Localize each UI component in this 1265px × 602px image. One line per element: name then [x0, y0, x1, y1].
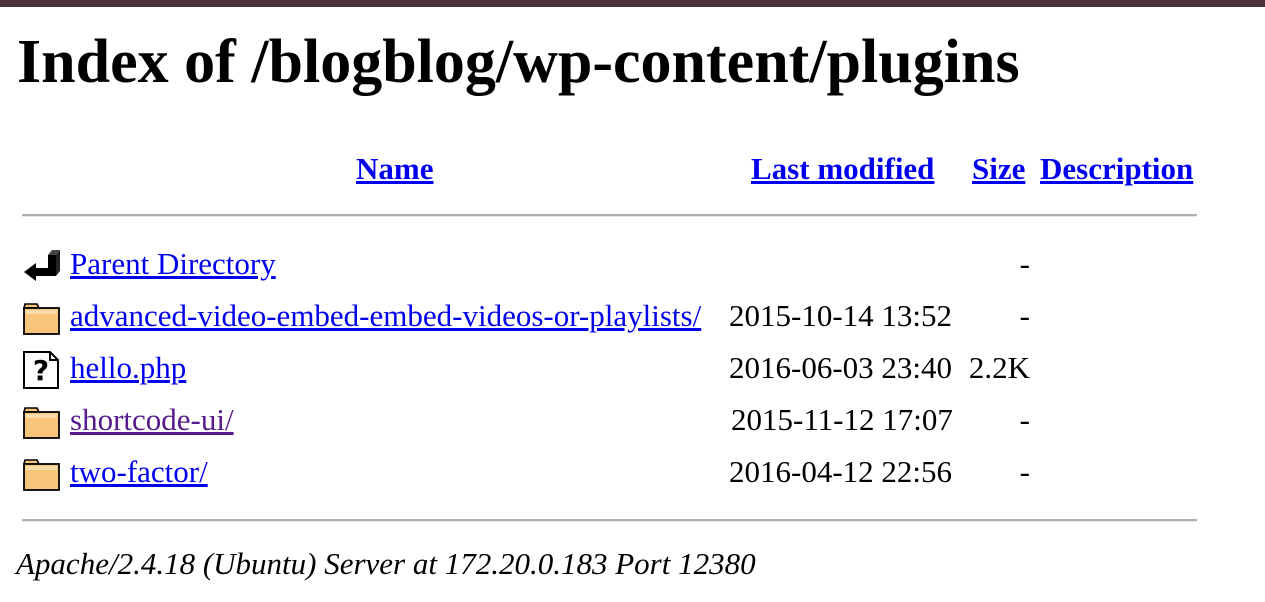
last-modified-cell: 2016-04-12 22:56: [729, 454, 953, 489]
folder-icon: [22, 298, 62, 338]
size-cell: -: [1019, 402, 1030, 437]
size-cell: -: [1019, 454, 1030, 489]
column-header-size[interactable]: Size: [972, 149, 1025, 189]
size-cell: -: [1019, 298, 1030, 333]
listing-row: two-factor/ 2016-04-12 22:56 -: [0, 448, 1265, 500]
file-link[interactable]: two-factor/: [70, 452, 208, 492]
folder-icon: [22, 402, 62, 442]
server-signature: Apache/2.4.18 (Ubuntu) Server at 172.20.…: [16, 546, 756, 581]
column-header-description[interactable]: Description: [1040, 149, 1193, 189]
listing-row: ? hello.php 2016-06-03 23:40 2.2K: [0, 344, 1265, 396]
listing-row: shortcode-ui/ 2015-11-12 17:07 -: [0, 396, 1265, 448]
back-icon: [22, 246, 62, 286]
size-cell: 2.2K: [968, 350, 1030, 385]
last-modified-cell: 2015-11-12 17:07: [731, 402, 953, 437]
file-link[interactable]: Parent Directory: [70, 244, 276, 284]
header-divider: [22, 214, 1197, 217]
last-modified-cell: 2016-06-03 23:40: [729, 350, 953, 385]
listing-row: advanced-video-embed-embed-videos-or-pla…: [0, 292, 1265, 344]
page-title: Index of /blogblog/wp-content/plugins: [17, 28, 1020, 96]
listing-row-parent-directory: Parent Directory -: [0, 240, 1265, 292]
size-cell: -: [1019, 246, 1030, 281]
browser-top-bar: [0, 0, 1265, 7]
column-header-name[interactable]: Name: [356, 149, 433, 189]
folder-icon: [22, 454, 62, 494]
file-link[interactable]: hello.php: [70, 348, 186, 388]
unknown-file-icon: ?: [22, 350, 62, 390]
last-modified-cell: 2015-10-14 13:52: [729, 298, 953, 333]
file-link[interactable]: shortcode-ui/: [70, 400, 234, 440]
column-header-last-modified[interactable]: Last modified: [751, 149, 934, 189]
svg-text:?: ?: [33, 354, 49, 387]
file-link[interactable]: advanced-video-embed-embed-videos-or-pla…: [70, 296, 701, 336]
footer-divider: [22, 519, 1197, 522]
